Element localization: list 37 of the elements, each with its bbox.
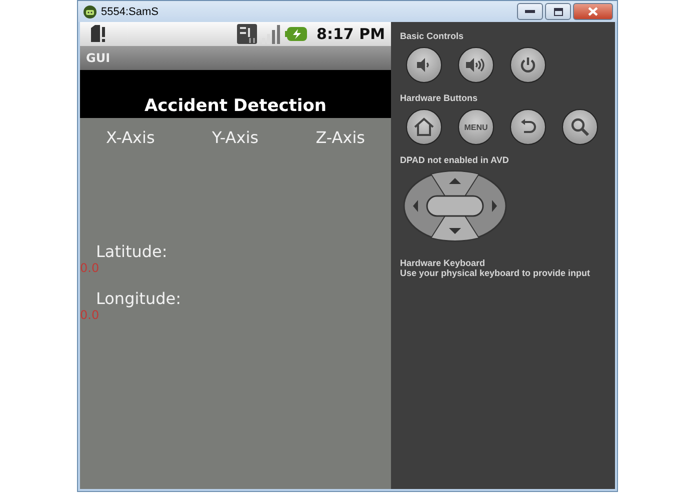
back-button[interactable] <box>510 109 546 145</box>
close-icon <box>588 7 598 16</box>
keyboard-hint: Use your physical keyboard to provide input <box>400 268 590 278</box>
power-icon <box>519 56 537 74</box>
axis-label: X-Axis <box>106 128 155 147</box>
field-value: 0.0 <box>80 308 100 322</box>
field-value: 0.0 <box>80 261 100 275</box>
battery-icon <box>284 26 307 42</box>
home-button[interactable] <box>406 109 442 145</box>
home-icon <box>413 117 435 137</box>
speaker-loud-icon <box>465 56 487 74</box>
app-title: GUI <box>86 51 110 65</box>
field-label: Latitude: <box>95 242 168 261</box>
android-icon <box>83 4 97 18</box>
sd-card-alert-icon <box>88 24 108 44</box>
field-label: Longitude: <box>95 289 182 308</box>
power-button[interactable] <box>510 47 546 83</box>
search-button[interactable] <box>562 109 598 145</box>
minimize-icon <box>525 10 535 14</box>
maximize-button[interactable] <box>545 3 571 20</box>
section-title: Hardware Buttons <box>400 93 478 103</box>
section-title: Basic Controls <box>400 31 464 41</box>
back-arrow-icon <box>519 118 537 136</box>
menu-button[interactable]: MENU <box>458 109 494 145</box>
volume-up-button[interactable] <box>458 47 494 83</box>
search-icon <box>570 117 590 137</box>
minimize-button[interactable] <box>517 3 543 20</box>
dpad-note: DPAD not enabled in AVD <box>400 155 509 165</box>
maximize-icon <box>554 8 562 16</box>
axis-label: Y-Axis <box>212 128 258 147</box>
heading: Accident Detection <box>144 96 327 116</box>
section-title: Hardware Keyboard <box>400 258 486 268</box>
volume-down-button[interactable] <box>406 47 442 83</box>
status-time: 8:17 PM <box>316 25 385 43</box>
window-title: 5554:SamS <box>101 6 158 18</box>
axis-label: Z-Axis <box>316 128 365 147</box>
close-button[interactable] <box>573 3 613 20</box>
